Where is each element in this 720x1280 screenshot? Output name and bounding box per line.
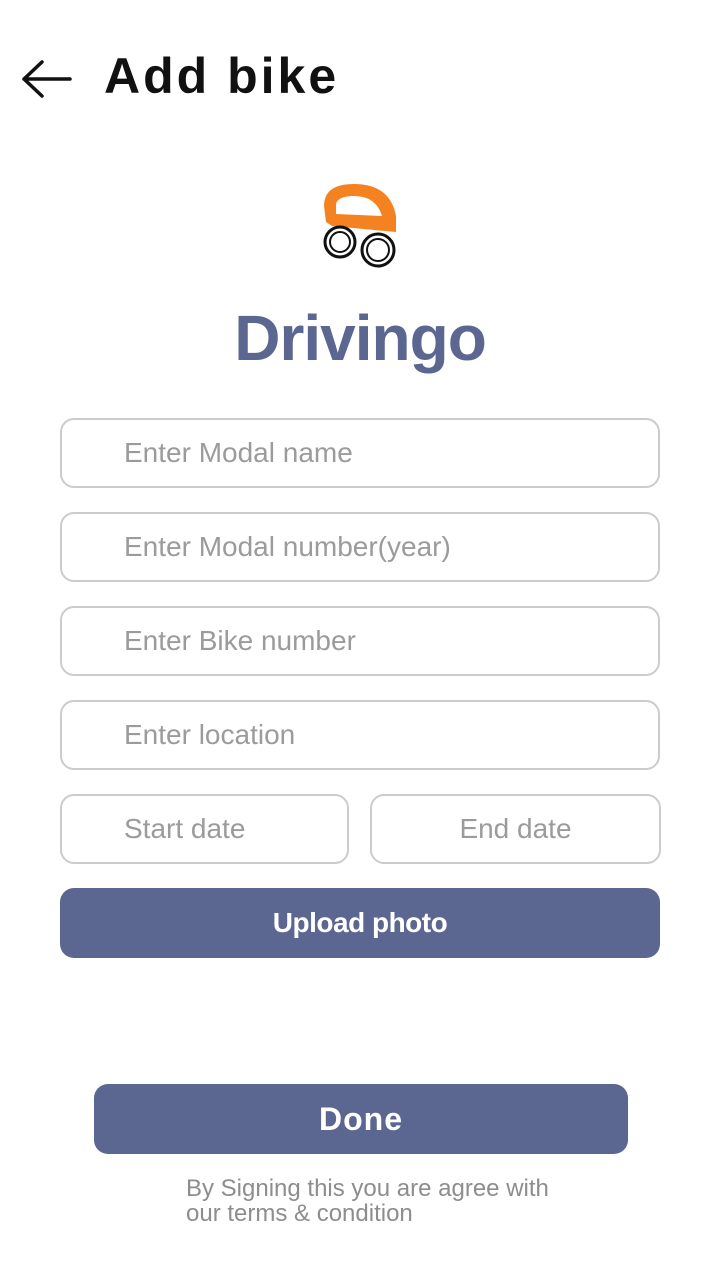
- start-date-input[interactable]: [60, 794, 349, 864]
- brand-name: Drivingo: [234, 302, 487, 374]
- bike-number-input[interactable]: [60, 606, 660, 676]
- car-logo-icon: [323, 184, 396, 268]
- arrow-left-icon: [22, 60, 72, 98]
- end-date-input[interactable]: [370, 794, 661, 864]
- upload-photo-button[interactable]: Upload photo: [60, 888, 660, 958]
- terms-text: By Signing this you are agree with our t…: [186, 1176, 606, 1226]
- location-input[interactable]: [60, 700, 660, 770]
- brand-logo: [312, 176, 408, 276]
- terms-line-1: By Signing this you are agree with: [186, 1175, 549, 1202]
- terms-line-2: our terms & condition: [186, 1200, 413, 1227]
- model-name-input[interactable]: [60, 418, 660, 488]
- done-button[interactable]: Done: [94, 1084, 628, 1154]
- back-button[interactable]: [14, 50, 78, 108]
- app-header: Add bike: [0, 0, 720, 160]
- page-title: Add bike: [104, 48, 340, 104]
- model-number-input[interactable]: [60, 512, 660, 582]
